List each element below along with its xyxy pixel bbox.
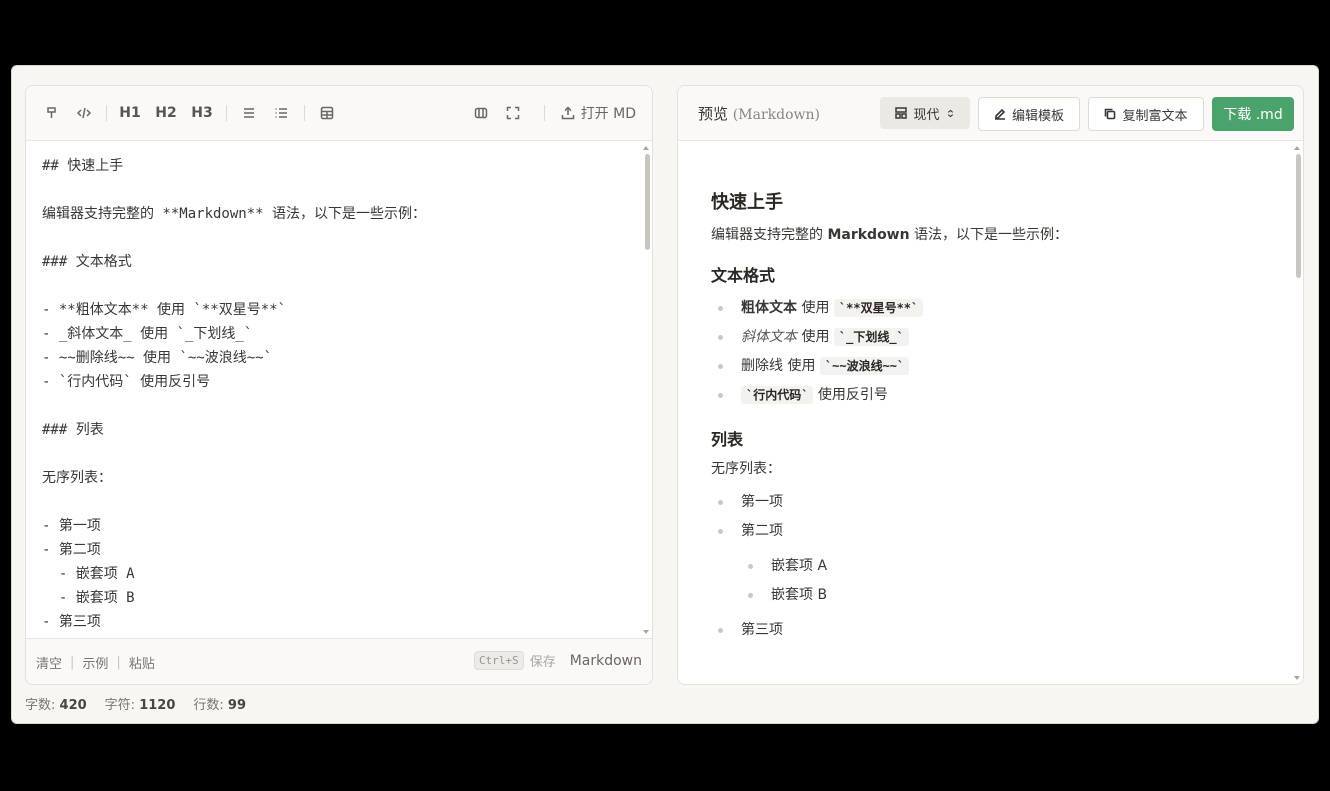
preview-scrollbar-thumb[interactable] <box>1296 154 1301 278</box>
example-button[interactable]: 示例 <box>82 653 108 672</box>
download-md-button[interactable]: 下载 .md <box>1212 97 1294 131</box>
scroll-down-arrow[interactable] <box>643 630 649 634</box>
table-icon[interactable] <box>318 102 336 124</box>
format-list: 粗体文本 使用 `**双星号**` 斜体文本 使用 `_下划线_` 删除线 使用… <box>711 294 1273 410</box>
heading-3-button[interactable]: H3 <box>190 102 214 124</box>
preview-title-text: 预览 <box>698 105 729 123</box>
rendered-preview: 快速上手 编辑器支持完整的 Markdown 语法，以下是一些示例： 文本格式 … <box>678 142 1303 684</box>
footer-divider: | <box>70 655 75 670</box>
toolbar-divider <box>544 105 545 121</box>
preview-subtitle: (Markdown) <box>732 107 820 123</box>
preview-heading-format: 文本格式 <box>711 266 776 285</box>
clear-button[interactable]: 清空 <box>36 653 62 672</box>
char-count: 字符: 1120 <box>104 698 176 713</box>
scroll-up-arrow[interactable] <box>643 146 649 150</box>
unordered-list: 第一项 第二项 <box>711 488 1273 546</box>
preview-heading-2: 快速上手 <box>711 192 783 213</box>
split-view-icon[interactable] <box>472 102 490 124</box>
ordered-list-icon[interactable] <box>272 102 290 124</box>
copy-icon <box>1105 108 1116 120</box>
scroll-down-arrow[interactable] <box>1294 676 1300 680</box>
copy-rich-text-label: 复制富文本 <box>1122 108 1188 124</box>
copy-rich-text-button[interactable]: 复制富文本 <box>1088 97 1204 131</box>
theme-select-value: 现代 <box>913 107 940 123</box>
list-item: 嵌套项 A <box>741 552 1273 581</box>
preview-intro: 编辑器支持完整的 Markdown 语法，以下是一些示例： <box>711 227 1069 243</box>
toolbar-divider <box>106 105 107 121</box>
code-block-icon[interactable] <box>74 102 94 124</box>
nested-list: 嵌套项 A 嵌套项 B <box>741 552 1273 610</box>
list-item: 粗体文本 使用 `**双星号**` <box>711 294 1273 323</box>
open-md-button[interactable]: 打开 MD <box>561 102 636 124</box>
fullscreen-icon[interactable] <box>504 102 522 124</box>
word-count: 字数: 420 <box>25 698 87 713</box>
save-shortcut-key: Ctrl+S <box>473 651 524 670</box>
list-item: 斜体文本 使用 `_下划线_` <box>711 323 1273 352</box>
toolbar-divider <box>304 105 305 121</box>
preview-heading-list: 列表 <box>711 430 744 449</box>
edit-icon <box>994 108 1006 120</box>
preview-panel: 预览 (Markdown) 现代 编辑模板 复制富文本 下载 .md 快速上手 … <box>677 85 1304 685</box>
list-item: 第一项 <box>711 488 1273 517</box>
layout-icon <box>895 107 908 119</box>
footer-divider: | <box>116 655 121 670</box>
edit-template-button[interactable]: 编辑模板 <box>978 97 1080 131</box>
edit-template-label: 编辑模板 <box>1011 108 1064 124</box>
chevron-updown-icon <box>947 109 953 117</box>
save-label: 保存 <box>529 655 556 670</box>
status-bar: 字数: 420 字符: 1120 行数: 99 <box>25 694 246 713</box>
theme-select[interactable]: 现代 <box>880 97 970 129</box>
editor-footer: 清空 | 示例 | 粘贴 Ctrl+S 保存 Markdown <box>26 638 652 684</box>
list-item: `行内代码` 使用反引号 <box>711 381 1273 410</box>
list-item: 嵌套项 B <box>741 581 1273 610</box>
unordered-list-tail: 第三项 <box>711 616 1273 645</box>
upload-icon <box>561 106 574 120</box>
open-md-label: 打开 MD <box>580 106 636 122</box>
line-count: 行数: 99 <box>193 698 247 713</box>
preview-toolbar: 预览 (Markdown) 现代 编辑模板 复制富文本 下载 .md <box>678 86 1303 141</box>
editor-scrollbar-thumb[interactable] <box>645 154 650 250</box>
heading-1-button[interactable]: H1 <box>118 102 142 124</box>
editor-toolbar: H1 H2 H3 打开 MD <box>26 86 652 141</box>
unordered-list-icon[interactable] <box>240 102 258 124</box>
editor-panel: H1 H2 H3 打开 MD ## 快速上手 编辑器支持完整的 **Markdo… <box>25 85 653 685</box>
toolbar-divider <box>226 105 227 121</box>
heading-2-button[interactable]: H2 <box>154 102 178 124</box>
app-window: H1 H2 H3 打开 MD ## 快速上手 编辑器支持完整的 **Markdo… <box>11 65 1319 724</box>
list-item: 删除线 使用 `~~波浪线~~` <box>711 352 1273 381</box>
paste-button[interactable]: 粘贴 <box>129 653 155 672</box>
editor-text[interactable]: ## 快速上手 编辑器支持完整的 **Markdown** 语法，以下是一些示例… <box>42 154 426 634</box>
markdown-editor[interactable]: ## 快速上手 编辑器支持完整的 **Markdown** 语法，以下是一些示例… <box>26 142 652 638</box>
list-item: 第二项 <box>711 517 1273 546</box>
scroll-up-arrow[interactable] <box>1294 146 1300 150</box>
preview-title: 预览 (Markdown) <box>698 103 820 124</box>
preview-unordered-label: 无序列表： <box>711 461 781 477</box>
format-painter-icon[interactable] <box>44 102 60 124</box>
list-item: 第三项 <box>711 616 1273 645</box>
editor-mode-label: Markdown <box>569 652 642 669</box>
